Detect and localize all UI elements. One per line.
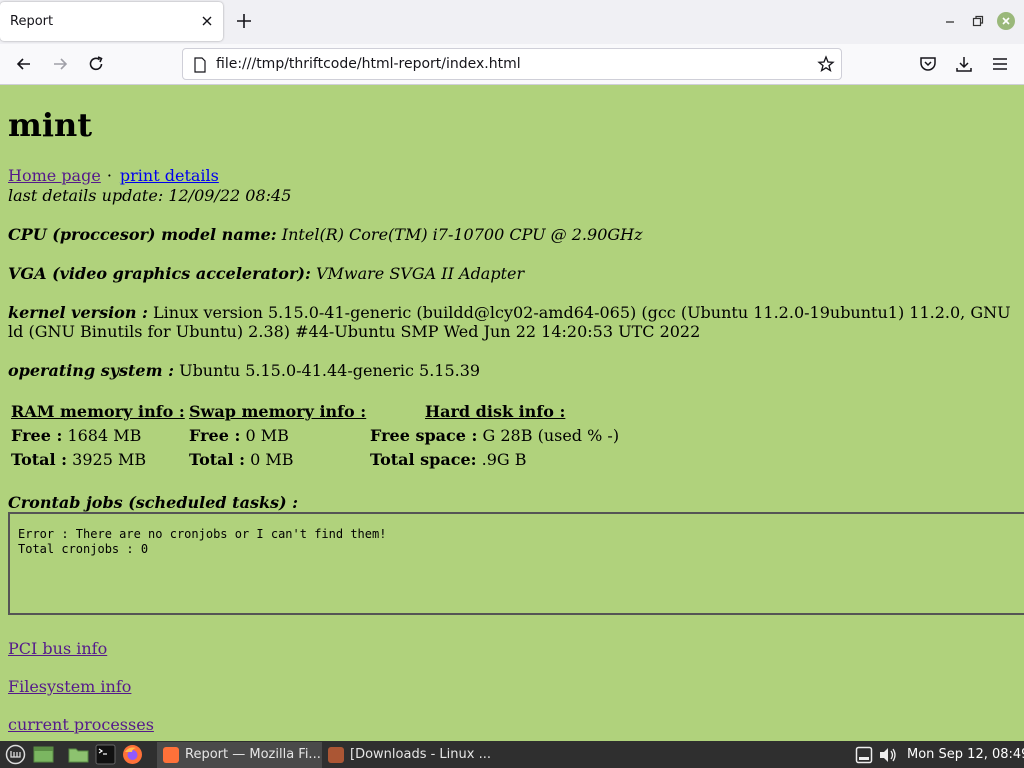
ram-free-value: 1684 MB — [67, 426, 142, 445]
clock[interactable]: Mon Sep 12, 08:49 — [907, 747, 1024, 762]
home-page-link[interactable]: Home page — [8, 166, 101, 185]
page-title: mint — [8, 106, 93, 144]
disk-header: Hard disk info : — [425, 402, 566, 421]
kernel-label: kernel version : — [8, 303, 148, 322]
url-text[interactable]: file:///tmp/thriftcode/html-report/index… — [216, 56, 521, 72]
os-value: Ubuntu 5.15.0-41.44-generic 5.15.39 — [179, 361, 481, 380]
swap-free: Free : 0 MB — [189, 426, 289, 445]
tab-title: Report — [10, 14, 54, 29]
kernel-value: Linux version 5.15.0-41-generic (buildd@… — [8, 303, 1011, 341]
files-icon[interactable] — [68, 744, 89, 765]
disk-total-value: .9G B — [481, 450, 527, 469]
task-label: Report — Mozilla Fi... — [185, 747, 321, 762]
os-label: operating system : — [8, 361, 174, 380]
last-update-label: last details update: — [8, 186, 164, 205]
page-icon — [194, 57, 206, 73]
current-processes-link[interactable]: current processes — [8, 715, 154, 734]
task-label: [Downloads - Linux ... — [350, 747, 491, 762]
restore-icon[interactable] — [970, 13, 986, 29]
swap-total-value: 0 MB — [250, 450, 294, 469]
swap-header: Swap memory info : — [189, 402, 367, 421]
notifications-icon[interactable] — [855, 746, 873, 764]
menu-icon[interactable] — [990, 54, 1010, 74]
report-page: mint Home page · print details last detail… — [0, 85, 1024, 741]
last-update-value: 12/09/22 08:45 — [168, 186, 292, 205]
top-links: Home page · print details — [8, 166, 219, 185]
disk-free: Free space : G 28B (used % -) — [370, 426, 619, 445]
taskbar-task-downloads[interactable]: [Downloads - Linux ... — [322, 742, 492, 768]
ram-header: RAM memory info : — [11, 402, 185, 421]
firefox-task-icon — [163, 747, 179, 763]
vga-row: VGA (video graphics accelerator): VMware… — [8, 264, 524, 283]
mint-menu-icon[interactable] — [5, 744, 26, 765]
close-icon[interactable] — [199, 13, 215, 29]
swap-total-label: Total : — [189, 450, 246, 469]
disk-free-label: Free space : — [370, 426, 478, 445]
pocket-icon[interactable] — [918, 54, 938, 74]
disk-free-value: G 28B (used % -) — [482, 426, 620, 445]
ram-free: Free : 1684 MB — [11, 426, 141, 445]
kernel-row: kernel version : Linux version 5.15.0-41… — [8, 303, 1016, 341]
crontab-total-line: Total cronjobs : 0 — [18, 542, 149, 556]
ram-total-value: 3925 MB — [72, 450, 147, 469]
crontab-output: Error : There are no cronjobs or I can't… — [8, 512, 1024, 615]
new-tab-button[interactable] — [235, 12, 253, 30]
terminal-icon[interactable] — [95, 744, 116, 765]
cpu-value: Intel(R) Core(TM) i7-10700 CPU @ 2.90GHz — [281, 225, 643, 244]
reload-icon[interactable] — [86, 54, 106, 74]
taskbar-task-firefox[interactable]: Report — Mozilla Fi... — [157, 742, 322, 768]
back-icon[interactable] — [14, 54, 34, 74]
forward-icon[interactable] — [50, 54, 70, 74]
cpu-row: CPU (proccesor) model name: Intel(R) Cor… — [8, 225, 643, 244]
pci-bus-info-link[interactable]: PCI bus info — [8, 639, 107, 658]
ram-total-label: Total : — [11, 450, 68, 469]
cpu-label: CPU (proccesor) model name: — [8, 225, 277, 244]
link-separator: · — [106, 166, 112, 185]
ram-total: Total : 3925 MB — [11, 450, 146, 469]
tab-report[interactable]: Report — [0, 2, 223, 41]
vga-value: VMware SVGA II Adapter — [315, 264, 525, 283]
tab-bar: Report — [0, 0, 1024, 44]
vga-label: VGA (video graphics accelerator): — [8, 264, 311, 283]
os-row: operating system : Ubuntu 5.15.0-41.44-g… — [8, 361, 480, 380]
disk-total-label: Total space: — [370, 450, 477, 469]
downloads-icon[interactable] — [954, 54, 974, 74]
disk-total: Total space: .9G B — [370, 450, 527, 469]
navigation-toolbar: file:///tmp/thriftcode/html-report/index… — [0, 44, 1024, 85]
firefox-task-icon — [328, 747, 344, 763]
last-update: last details update: 12/09/22 08:45 — [8, 186, 291, 205]
swap-total: Total : 0 MB — [189, 450, 294, 469]
minimize-icon[interactable] — [942, 13, 958, 29]
filesystem-info-link[interactable]: Filesystem info — [8, 677, 131, 696]
print-details-link[interactable]: print details — [120, 166, 219, 185]
crontab-error-line: Error : There are no cronjobs or I can't… — [18, 527, 387, 541]
taskbar: Report — Mozilla Fi... [Downloads - Linu… — [0, 741, 1024, 768]
volume-icon[interactable] — [878, 746, 898, 764]
ram-free-label: Free : — [11, 426, 63, 445]
show-desktop-icon[interactable] — [33, 744, 54, 765]
window-close-icon[interactable] — [997, 12, 1015, 30]
swap-free-value: 0 MB — [245, 426, 289, 445]
crontab-header: Crontab jobs (scheduled tasks) : — [8, 493, 299, 512]
swap-free-label: Free : — [189, 426, 241, 445]
firefox-icon[interactable] — [122, 744, 143, 765]
bookmark-star-icon[interactable] — [817, 55, 835, 73]
address-bar[interactable]: file:///tmp/thriftcode/html-report/index… — [182, 48, 842, 80]
